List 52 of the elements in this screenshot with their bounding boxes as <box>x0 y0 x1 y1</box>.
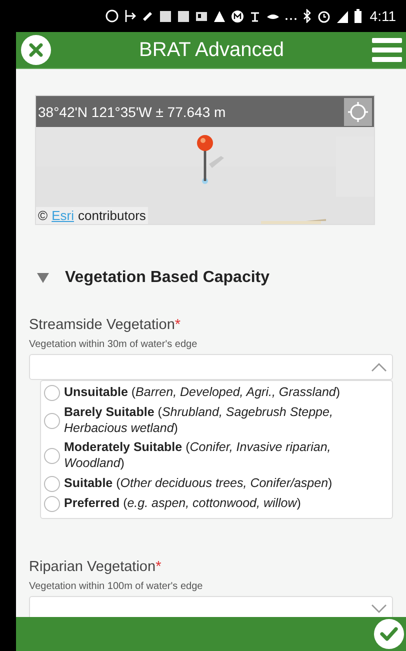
share-icon <box>124 9 136 23</box>
field-label: Streamside Vegetation* <box>29 317 182 333</box>
radio-button[interactable] <box>44 448 60 464</box>
map-pin-icon <box>196 134 226 186</box>
option-item[interactable]: Moderately Suitable (Conifer, Invasive riparian, Woodland) <box>44 438 390 474</box>
map-view[interactable]: 38°42'N 121°35'W ± 77.643 m © Esri contributors <box>35 95 375 225</box>
checkmark-icon <box>380 626 398 642</box>
status-time: 4:11 <box>370 8 396 24</box>
bluetooth-icon <box>302 9 312 23</box>
option-label: Suitable (Other deciduous trees, Conifer/aspen) <box>64 476 332 492</box>
option-item[interactable]: Suitable (Other deciduous trees, Conifer/aspen) <box>44 474 390 494</box>
option-label: Moderately Suitable (Conifer, Invasive riparian, Woodland) <box>64 440 332 472</box>
chat-bubble-icon <box>104 9 119 23</box>
app-title: BRAT Advanced <box>139 38 284 62</box>
alarm-clock-icon <box>316 9 331 23</box>
menu-icon <box>372 37 402 63</box>
field-label: Riparian Vegetation* <box>29 558 162 574</box>
close-icon <box>29 43 43 57</box>
crosshair-icon <box>347 100 369 122</box>
option-item[interactable]: Preferred (e.g. aspen, cottonwood, willow) <box>44 494 390 514</box>
locate-button[interactable] <box>344 98 372 126</box>
dropdown-field[interactable] <box>29 596 393 617</box>
battery-icon <box>354 9 362 23</box>
radio-button[interactable] <box>44 496 60 512</box>
required-asterisk: * <box>156 558 162 574</box>
caret-down-icon <box>371 604 387 614</box>
radio-button[interactable] <box>44 412 60 429</box>
field-hint: Vegetation within 30m of water's edge <box>29 339 198 350</box>
required-asterisk: * <box>174 317 181 333</box>
menu-button[interactable] <box>372 37 402 63</box>
triangle-icon <box>212 10 226 22</box>
option-label: Unsuitable (Barren, Developed, Agri., Grassland) <box>64 385 340 401</box>
caret-up-icon <box>371 362 387 372</box>
field-hint: Vegetation within 100m of water's edge <box>29 580 204 592</box>
square-icon <box>158 10 172 22</box>
copyright-text: © <box>38 208 48 223</box>
circle-icon <box>230 10 244 22</box>
dropdown-field[interactable] <box>29 354 393 380</box>
submit-button[interactable] <box>374 619 404 649</box>
card-icon <box>194 10 208 22</box>
option-label: Barely Suitable (Shrubland, Sagebrush Steppe, Herbacious wetland) <box>64 405 334 436</box>
coordinates-text: 38°42'N 121°35'W ± 77.643 m <box>38 104 226 120</box>
radio-button[interactable] <box>44 476 60 492</box>
option-item[interactable]: Unsuitable (Barren, Developed, Agri., Grassland) <box>44 383 390 403</box>
option-label: Preferred (e.g. aspen, cottonwood, willow) <box>64 496 301 512</box>
section-header[interactable]: Vegetation Based Capacity <box>29 269 270 287</box>
attribution-text: contributors <box>78 208 146 223</box>
signal-icon <box>336 10 349 22</box>
option-item[interactable]: Barely Suitable (Shrubland, Sagebrush Steppe, Herbacious wetland) <box>44 403 390 438</box>
close-button[interactable] <box>21 35 51 65</box>
square-icon <box>176 10 190 22</box>
radio-button[interactable] <box>44 385 60 401</box>
